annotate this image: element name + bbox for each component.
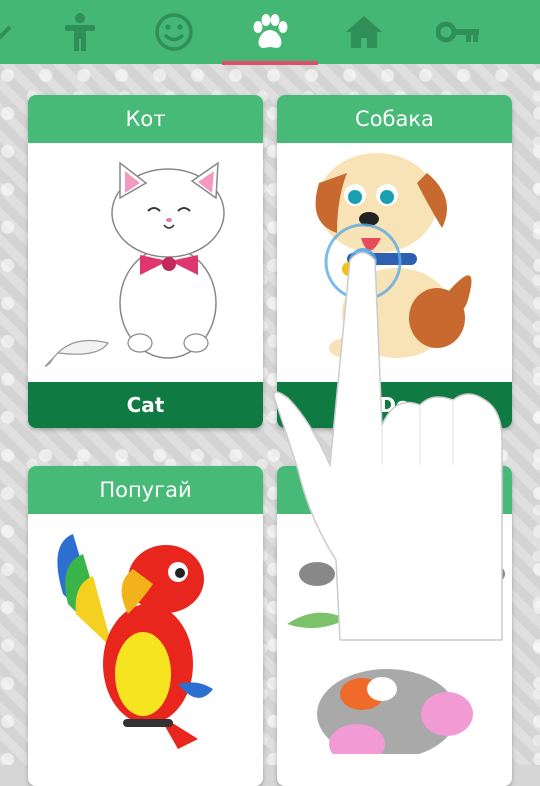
- tab-animals[interactable]: [230, 0, 310, 64]
- person-icon: [65, 13, 95, 51]
- selected-tab-indicator: [222, 61, 318, 65]
- card-parrot[interactable]: Попугай: [28, 466, 263, 786]
- cat-illustration: [44, 161, 225, 367]
- chevron-down-icon: [0, 25, 12, 40]
- house-icon: [346, 16, 382, 48]
- paw-icon: [253, 14, 288, 48]
- card-cat[interactable]: Кот Cat: [28, 95, 263, 428]
- parrot-illustration: [57, 534, 213, 749]
- partial-icon: [520, 12, 540, 52]
- smiley-icon: [155, 13, 193, 51]
- category-tab-bar: [0, 0, 540, 65]
- tab-keys[interactable]: [418, 0, 498, 64]
- tab-home[interactable]: [324, 0, 404, 64]
- tab-people[interactable]: [40, 0, 120, 64]
- card-title: Собака: [277, 95, 512, 143]
- card-title: Попугай: [28, 466, 263, 514]
- card-word: Cat: [28, 382, 263, 428]
- key-icon: [436, 21, 479, 43]
- pointing-hand-icon: [273, 223, 503, 641]
- tab-arrow[interactable]: [0, 0, 40, 64]
- tab-emotions[interactable]: [134, 0, 214, 64]
- card-title: Кот: [28, 95, 263, 143]
- tab-more[interactable]: [500, 0, 540, 64]
